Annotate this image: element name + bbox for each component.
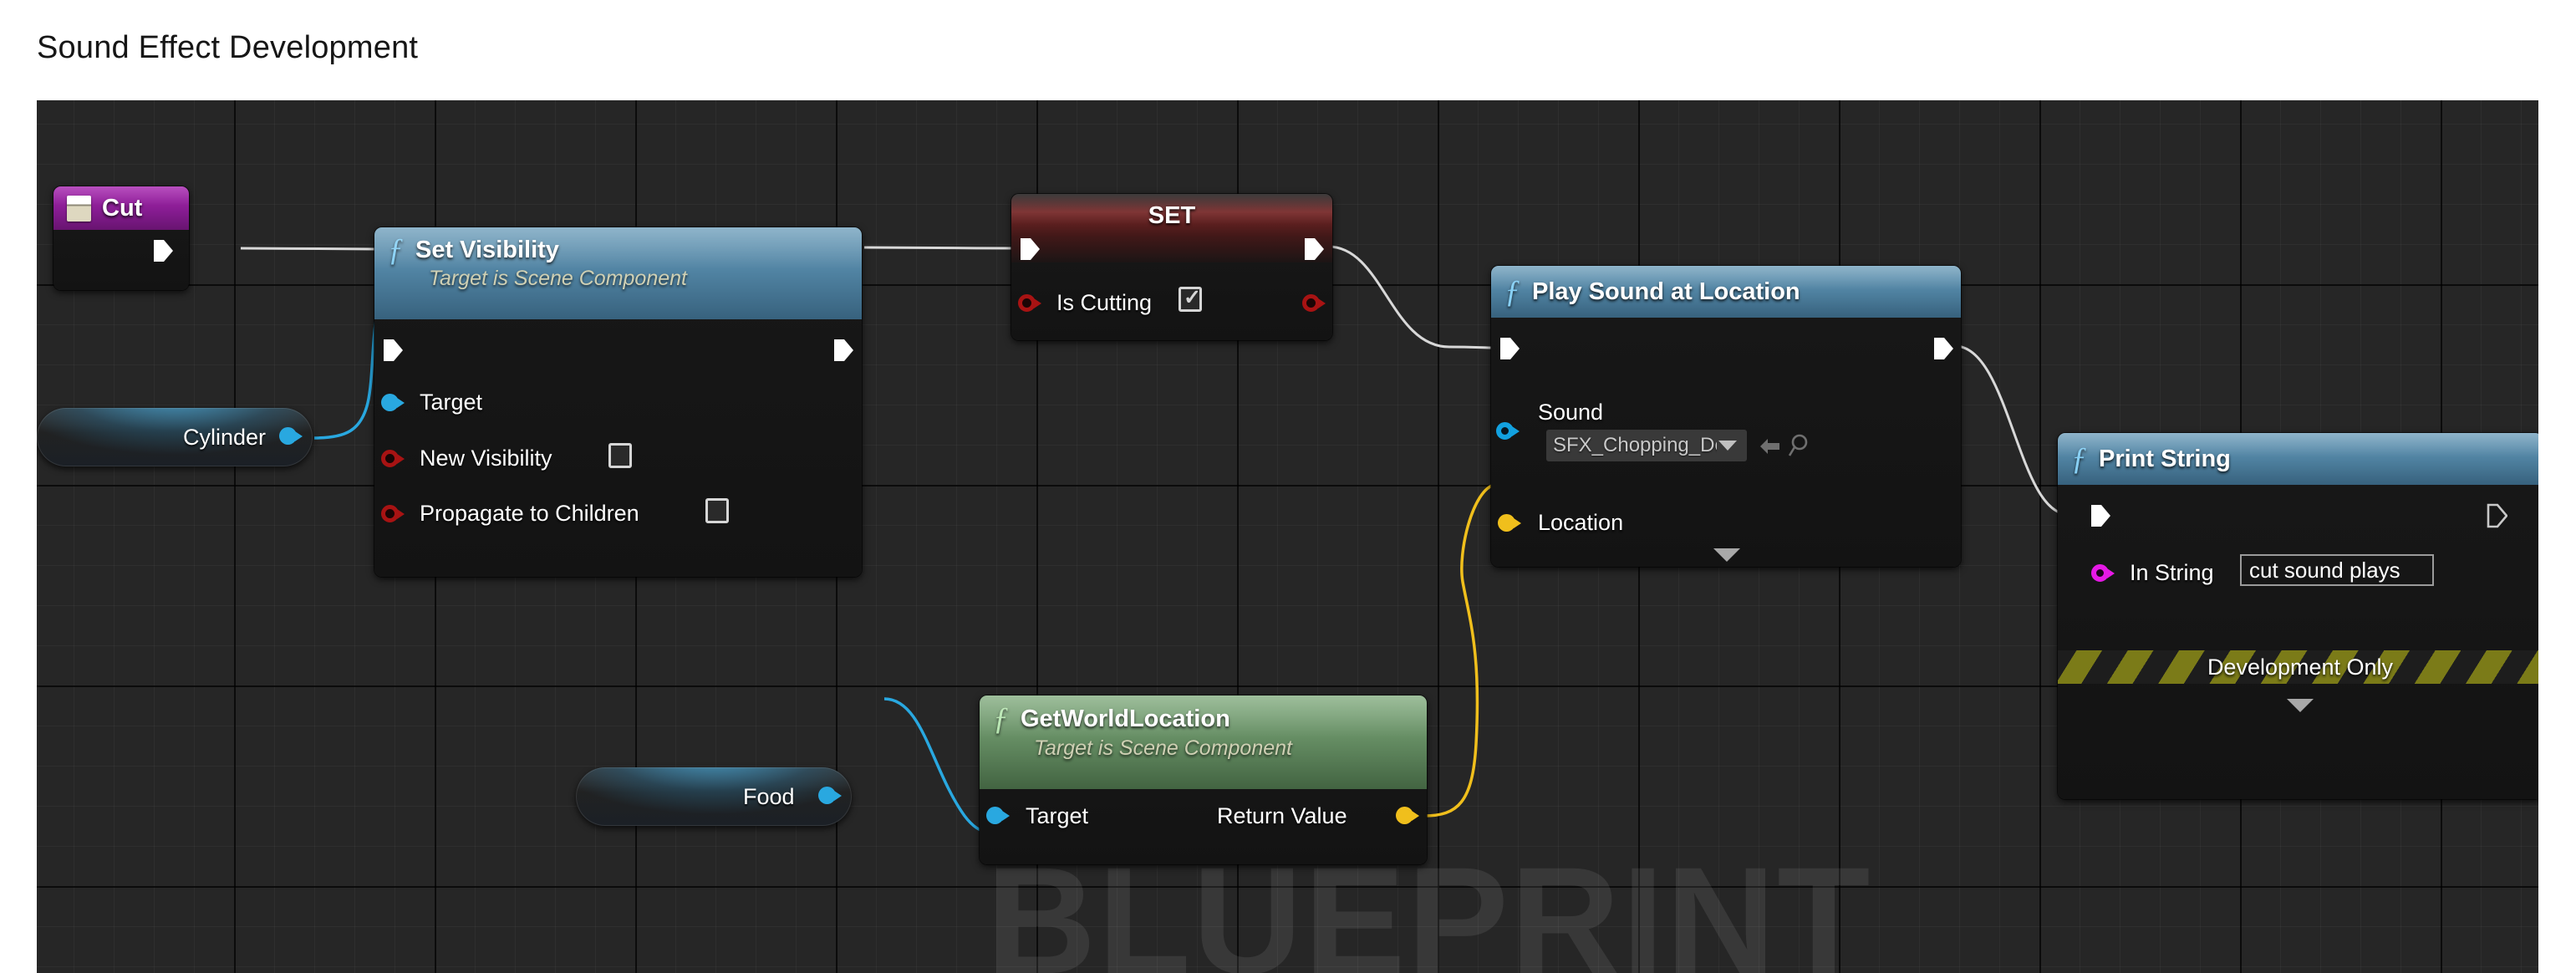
set-is-cutting-bool-out-pin[interactable] xyxy=(1302,294,1326,317)
node-food-variable[interactable]: Food xyxy=(576,767,852,826)
food-object-out-pin[interactable] xyxy=(818,787,842,809)
set-visibility-target-pin[interactable] xyxy=(381,394,405,416)
set-visibility-target-label: Target xyxy=(420,390,483,415)
chevron-down-icon xyxy=(1718,441,1737,451)
wire-set-to-playsound xyxy=(1327,245,1494,349)
node-print-string[interactable]: ƒ Print String In String cut sound plays… xyxy=(2058,433,2538,799)
print-string-header: ƒ Print String xyxy=(2058,433,2538,485)
node-cut-event[interactable]: Cut xyxy=(53,186,189,290)
play-sound-sound-label: Sound xyxy=(1538,400,1604,425)
sound-asset-value: SFX_Chopping_De xyxy=(1553,434,1717,456)
food-variable-label: Food xyxy=(743,784,795,809)
set-visibility-exec-out-pin[interactable] xyxy=(832,338,854,363)
wire-cylinder-to-target xyxy=(313,304,383,440)
in-string-value: cut sound plays xyxy=(2249,557,2400,583)
print-string-exec-in-pin[interactable] xyxy=(2090,503,2111,528)
node-set-visibility[interactable]: ƒ Set Visibility Target is Scene Compone… xyxy=(374,227,862,577)
get-world-location-subtitle: Target is Scene Component xyxy=(1034,736,1292,760)
print-string-exec-out-pin[interactable] xyxy=(2486,503,2507,528)
search-icon[interactable] xyxy=(1787,433,1810,458)
get-world-location-title: GetWorldLocation xyxy=(1021,705,1230,732)
play-sound-sound-pin[interactable] xyxy=(1496,422,1520,445)
development-only-banner: Development Only xyxy=(2058,650,2538,684)
set-visibility-subtitle: Target is Scene Component xyxy=(429,267,687,290)
play-sound-exec-out-pin[interactable] xyxy=(1932,336,1954,361)
browse-to-asset-icon[interactable] xyxy=(1757,436,1782,456)
cylinder-object-out-pin[interactable] xyxy=(279,427,303,450)
expand-caret-icon[interactable] xyxy=(2287,699,2314,712)
get-world-location-target-label: Target xyxy=(1026,803,1089,828)
set-visibility-title: Set Visibility xyxy=(415,236,559,263)
set-visibility-header: ƒ Set Visibility Target is Scene Compone… xyxy=(374,227,862,319)
development-only-label: Development Only xyxy=(2207,654,2394,680)
get-world-location-target-pin[interactable] xyxy=(986,807,1010,829)
get-world-location-header: ƒ GetWorldLocation Target is Scene Compo… xyxy=(980,695,1427,789)
is-cutting-checkbox[interactable]: ✓ xyxy=(1179,287,1202,312)
node-get-world-location[interactable]: ƒ GetWorldLocation Target is Scene Compo… xyxy=(980,695,1427,864)
get-world-location-return-value-label: Return Value xyxy=(1217,803,1347,828)
play-sound-location-label: Location xyxy=(1538,510,1624,535)
cut-event-title: Cut xyxy=(102,194,143,222)
set-visibility-propagate-label: Propagate to Children xyxy=(420,501,639,526)
set-visibility-propagate-pin[interactable] xyxy=(381,505,405,527)
custom-event-icon xyxy=(67,195,91,222)
cylinder-variable-label: Cylinder xyxy=(183,425,267,450)
set-is-cutting-exec-out-pin[interactable] xyxy=(1303,237,1325,262)
expand-caret-icon[interactable] xyxy=(1713,548,1740,562)
function-icon: ƒ xyxy=(1504,274,1520,309)
print-string-in-string-pin[interactable] xyxy=(2091,564,2115,587)
node-set-is-cutting[interactable]: SET Is Cutting ✓ xyxy=(1011,194,1332,340)
cut-event-header: Cut xyxy=(53,186,189,230)
page-title: Sound Effect Development xyxy=(37,30,419,65)
node-play-sound-at-location[interactable]: ƒ Play Sound at Location Sound SFX_Chopp… xyxy=(1491,266,1961,567)
new-visibility-checkbox[interactable] xyxy=(608,443,632,468)
function-icon: ƒ xyxy=(2071,441,2087,476)
propagate-to-children-checkbox[interactable] xyxy=(705,498,729,523)
print-string-in-string-label: In String xyxy=(2130,560,2214,585)
play-sound-location-pin[interactable] xyxy=(1498,514,1521,537)
print-string-title: Print String xyxy=(2099,445,2231,472)
set-is-cutting-label: Is Cutting xyxy=(1056,290,1153,315)
checkmark-icon: ✓ xyxy=(1184,286,1201,309)
play-sound-exec-in-pin[interactable] xyxy=(1499,336,1520,361)
get-world-location-return-value-pin[interactable] xyxy=(1396,807,1419,829)
set-visibility-new-visibility-label: New Visibility xyxy=(420,446,552,471)
set-is-cutting-header: SET xyxy=(1011,194,1332,262)
wire-setvisibility-to-set xyxy=(863,246,1013,250)
in-string-text-input[interactable]: cut sound plays xyxy=(2240,554,2434,586)
node-cylinder-variable[interactable]: Cylinder xyxy=(37,408,313,466)
set-is-cutting-title: SET xyxy=(1148,202,1196,229)
function-icon: ƒ xyxy=(388,232,404,267)
play-sound-title: Play Sound at Location xyxy=(1532,278,1800,305)
set-is-cutting-exec-in-pin[interactable] xyxy=(1019,237,1041,262)
function-icon: ƒ xyxy=(993,701,1009,736)
blueprint-graph-canvas[interactable]: BLUEPRINT Cut Cylinder ƒ Set Visibility … xyxy=(37,100,2538,973)
wire-returnvalue-to-location xyxy=(1423,483,1495,818)
wire-cut-to-setvisibility xyxy=(240,247,376,251)
play-sound-header: ƒ Play Sound at Location xyxy=(1491,266,1961,318)
set-visibility-exec-in-pin[interactable] xyxy=(382,338,404,363)
set-is-cutting-bool-in-pin[interactable] xyxy=(1018,294,1041,317)
sound-asset-dropdown[interactable]: SFX_Chopping_De xyxy=(1546,430,1747,461)
cut-exec-out-pin[interactable] xyxy=(152,238,174,263)
set-visibility-new-visibility-pin[interactable] xyxy=(381,450,405,472)
